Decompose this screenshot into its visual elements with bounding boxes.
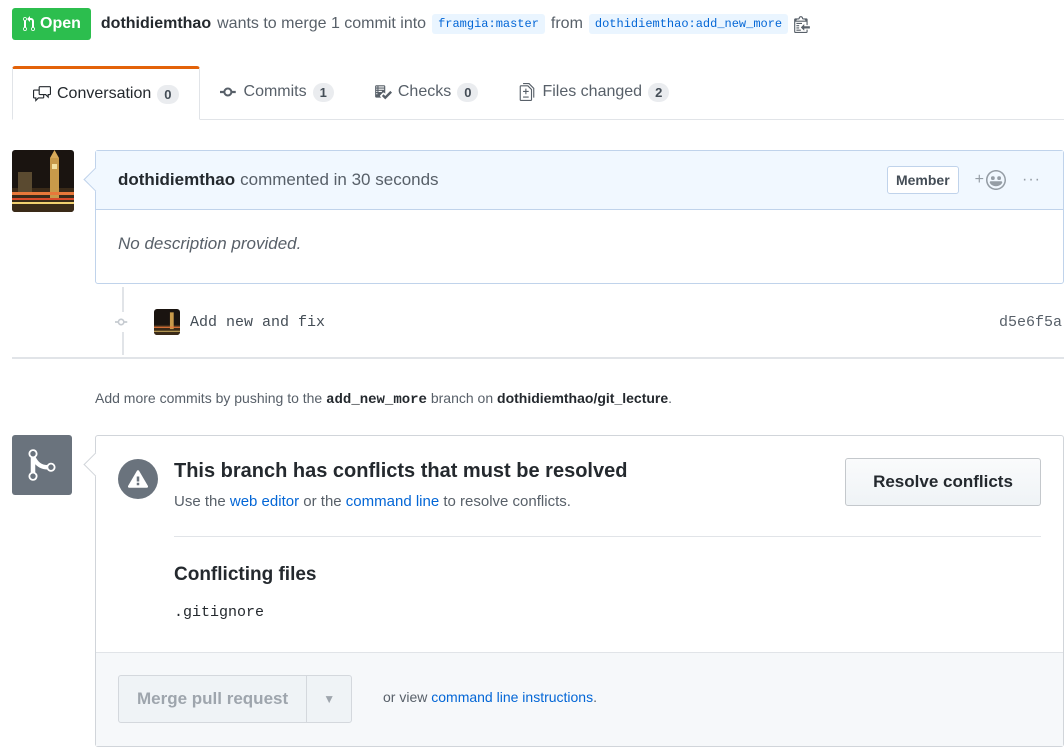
- push-hint-middle: branch on: [430, 390, 494, 406]
- merge-caret: [83, 452, 108, 477]
- web-editor-link[interactable]: web editor: [230, 493, 299, 510]
- comment-discussion-icon: [33, 86, 51, 102]
- pr-state-label: Open: [40, 15, 81, 32]
- resolve-conflicts-button[interactable]: Resolve conflicts: [845, 458, 1041, 506]
- alert-icon: [118, 459, 158, 499]
- comment-options-button[interactable]: ···: [1022, 171, 1041, 189]
- conflict-subtitle: Use the web editor or the command line t…: [174, 493, 571, 510]
- member-badge: Member: [886, 166, 959, 194]
- git-commit-icon: [219, 87, 236, 97]
- or-view-text: or view command line instructions.: [383, 689, 597, 705]
- comment-header: dothidiemthao commented in 30 seconds Me…: [83, 151, 1063, 210]
- tab-checks[interactable]: Checks 0: [354, 66, 499, 118]
- tab-counter: 1: [312, 82, 334, 102]
- or-view-prefix: or view: [383, 689, 428, 705]
- tab-label: Commits: [243, 83, 307, 100]
- tab-counter: 0: [457, 82, 479, 102]
- smiley-icon: [986, 170, 1007, 190]
- push-hint-suffix: .: [668, 390, 673, 406]
- comment-author-link[interactable]: dothidiemthao: [118, 170, 235, 190]
- comment-box: dothidiemthao commented in 30 seconds Me…: [83, 150, 1064, 284]
- add-reaction-button[interactable]: +: [974, 170, 1007, 190]
- git-merge-icon: [28, 449, 56, 481]
- merge-box: This branch has conflicts that must be r…: [83, 435, 1064, 747]
- command-line-instructions-link[interactable]: command line instructions: [431, 689, 593, 705]
- comment-caret: [83, 167, 108, 192]
- pr-author-link[interactable]: dothidiemthao: [101, 15, 211, 33]
- checklist-icon: [374, 85, 392, 100]
- pr-state-badge: Open: [12, 8, 91, 40]
- conflict-title: This branch has conflicts that must be r…: [174, 460, 628, 482]
- pr-action-text: wants to merge 1 commit into: [217, 15, 427, 32]
- or-view-suffix: .: [593, 689, 597, 705]
- triangle-down-icon: ▼: [323, 692, 336, 706]
- pr-tabs: Conversation 0 Commits 1 Checks 0 Files …: [12, 66, 1064, 120]
- push-hint-repo: dothidiemthao/git_lecture: [497, 390, 669, 406]
- comment-meta: commented in 30 seconds: [240, 170, 439, 189]
- git-commit-icon: [110, 312, 134, 332]
- tab-label: Checks: [397, 83, 452, 100]
- conflicting-file: .gitignore: [174, 604, 265, 621]
- conflicting-files-title: Conflicting files: [174, 564, 317, 585]
- conflict-sub-suffix: to resolve conflicts.: [443, 493, 571, 510]
- pr-header: Open dothidiemthao wants to merge 1 comm…: [12, 8, 811, 40]
- clipboard-icon[interactable]: [794, 15, 811, 33]
- command-line-link[interactable]: command line: [346, 493, 439, 510]
- git-pull-request-icon: [23, 16, 35, 32]
- merge-method-dropdown[interactable]: ▼: [306, 676, 351, 722]
- tab-counter: 2: [648, 82, 670, 102]
- merge-button-group: Merge pull request ▼: [118, 675, 353, 723]
- merge-status-icon-box: [12, 435, 72, 495]
- push-hint-branch: add_new_more: [326, 392, 427, 408]
- head-branch[interactable]: dothidiemthao:add_new_more: [588, 14, 789, 34]
- conflict-sub-prefix: Use the: [174, 493, 226, 510]
- commit-sha-link[interactable]: d5e6f5a: [999, 314, 1062, 331]
- avatar[interactable]: [12, 150, 74, 212]
- merge-footer: Merge pull request ▼ or view command lin…: [96, 652, 1063, 746]
- comment-body: No description provided.: [118, 234, 302, 253]
- commit-row: Add new and fix d5e6f5a: [110, 306, 1064, 338]
- tab-conversation[interactable]: Conversation 0: [12, 66, 200, 120]
- conflict-sub-or: or the: [303, 493, 342, 510]
- timeline-divider: [12, 357, 1064, 359]
- pr-meta: dothidiemthao wants to merge 1 commit in…: [101, 14, 811, 34]
- push-hint: Add more commits by pushing to the add_n…: [95, 390, 672, 408]
- merge-inner-divider: [174, 536, 1041, 537]
- base-branch[interactable]: framgia:master: [432, 14, 545, 34]
- merge-pull-request-button[interactable]: Merge pull request: [119, 676, 306, 722]
- tab-commits[interactable]: Commits 1: [200, 66, 354, 118]
- tab-label: Files changed: [542, 83, 643, 100]
- commit-avatar[interactable]: [154, 309, 180, 335]
- reaction-plus: +: [974, 171, 985, 188]
- commit-message-link[interactable]: Add new and fix: [190, 314, 325, 331]
- push-hint-prefix: Add more commits by pushing to the: [95, 390, 323, 406]
- file-diff-icon: [520, 83, 535, 101]
- from-text: from: [550, 15, 583, 32]
- tab-files-changed[interactable]: Files changed 2: [498, 66, 689, 118]
- tab-label: Conversation: [57, 85, 152, 102]
- tab-counter: 0: [157, 84, 179, 104]
- avatar-image: [12, 150, 74, 212]
